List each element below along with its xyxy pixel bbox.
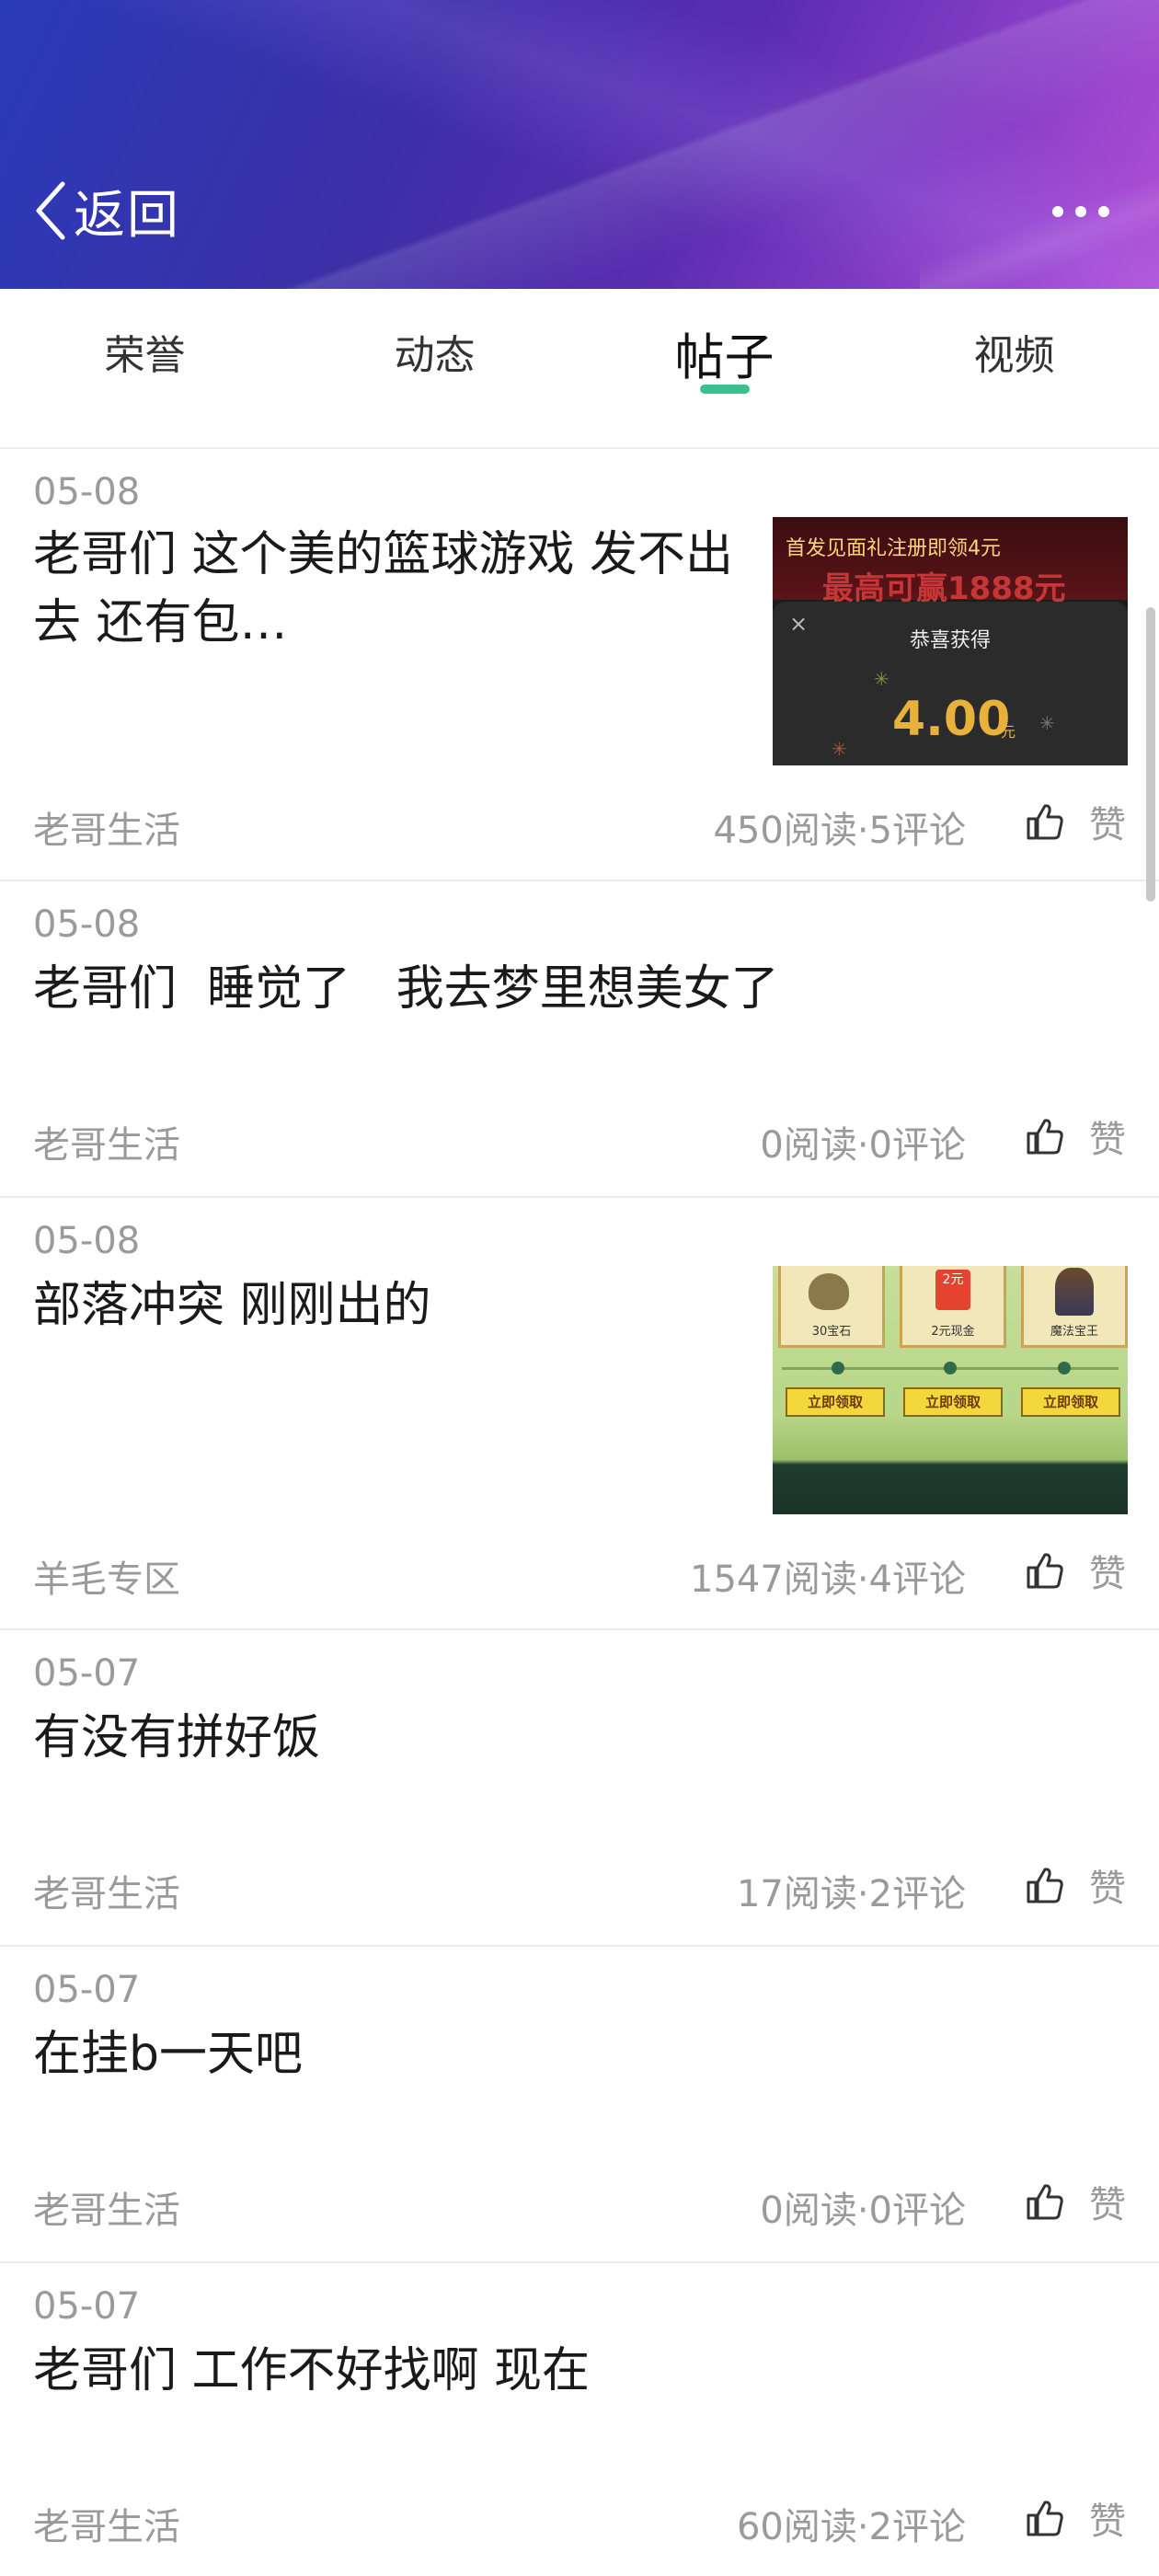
active-tab-indicator: [699, 385, 750, 394]
post-date: 05-08: [33, 903, 141, 946]
like-label: 赞: [1089, 1868, 1126, 1910]
character-icon: [1055, 1268, 1094, 1316]
post-category: 羊毛专区: [33, 1558, 180, 1601]
tab-activity[interactable]: 动态: [290, 289, 580, 405]
sparkle-icon: ✳: [832, 738, 847, 760]
post-item[interactable]: 05-07 有没有拼好饭 老哥生活 17阅读·2评论 赞: [0, 1630, 1159, 1945]
post-title: 老哥们 睡觉了 我去梦里想美女了: [33, 961, 779, 1017]
thumbs-up-icon: [1027, 1553, 1063, 1589]
more-options-icon[interactable]: [1049, 193, 1113, 230]
vine-decoration: [773, 1358, 1128, 1378]
post-date: 05-07: [33, 1652, 141, 1695]
post-stats: 17阅读·2评论: [736, 1873, 966, 1915]
post-item[interactable]: 05-08 老哥们 睡觉了 我去梦里想美女了 老哥生活 0阅读·0评论 赞: [0, 881, 1159, 1196]
sparkle-icon: ✳: [874, 668, 889, 690]
post-category: 老哥生活: [33, 2506, 180, 2548]
post-title: 有没有拼好饭: [33, 1710, 321, 1765]
reward-amount: 4.00: [892, 692, 1011, 747]
tab-videos[interactable]: 视频: [869, 289, 1159, 405]
claim-button: 立即领取: [1021, 1387, 1120, 1417]
profile-tabs: 荣誉 动态 帖子 视频: [0, 289, 1159, 405]
post-stats: 60阅读·2评论: [736, 2506, 966, 2548]
thumbs-up-icon: [1027, 2184, 1063, 2220]
banner-light-streak: [920, 147, 1159, 289]
like-label: 赞: [1089, 1119, 1126, 1161]
post-stats: 1547阅读·4评论: [690, 1558, 966, 1601]
back-button[interactable]: 返回: [31, 173, 180, 248]
claim-button: 立即领取: [786, 1387, 885, 1417]
post-category: 老哥生活: [33, 2190, 180, 2232]
post-category: 老哥生活: [33, 1873, 180, 1915]
post-item[interactable]: 05-08 部落冲突 刚刚出的 30宝石 2元 2元现金 魔法宝王 立即领取 立…: [0, 1198, 1159, 1628]
thumbs-up-icon: [1027, 804, 1063, 840]
claim-button: 立即领取: [903, 1387, 1003, 1417]
sparkle-icon: ✳: [1039, 712, 1055, 734]
post-item[interactable]: 05-08 老哥们 这个美的篮球游戏 发不出去 还有包… 首发见面礼注册即领4元…: [0, 449, 1159, 880]
like-button[interactable]: 赞: [1025, 1547, 1126, 1595]
like-button[interactable]: 赞: [1025, 799, 1126, 846]
thumbs-up-icon: [1027, 1119, 1063, 1155]
post-category: 老哥生活: [33, 1124, 180, 1167]
post-item[interactable]: 05-07 老哥们 工作不好找啊 现在 老哥生活 60阅读·2评论 赞: [0, 2263, 1159, 2576]
like-label: 赞: [1089, 2184, 1126, 2226]
reward-card: 2元 2元现金: [900, 1266, 1006, 1348]
post-date: 05-08: [33, 471, 141, 513]
tab-honor[interactable]: 荣誉: [0, 289, 290, 405]
post-title: 老哥们 这个美的篮球游戏 发不出去 还有包…: [33, 527, 734, 650]
back-label: 返回: [74, 185, 180, 246]
like-button[interactable]: 赞: [1025, 2179, 1126, 2226]
thumbs-up-icon: [1027, 1868, 1063, 1903]
post-stats: 0阅读·0评论: [760, 1124, 966, 1167]
like-label: 赞: [1089, 2501, 1126, 2543]
like-button[interactable]: 赞: [1025, 2495, 1126, 2543]
post-category: 老哥生活: [33, 810, 180, 852]
red-envelope-icon: 2元: [935, 1270, 970, 1310]
like-button[interactable]: 赞: [1025, 1862, 1126, 1910]
reward-card: 魔法宝王: [1021, 1266, 1128, 1348]
post-date: 05-08: [33, 1220, 141, 1262]
thumbs-up-icon: [1027, 2501, 1063, 2536]
scrollbar-thumb[interactable]: [1146, 607, 1155, 902]
post-title: 在挂b一天吧: [33, 2027, 304, 2082]
tab-posts[interactable]: 帖子: [580, 289, 869, 405]
post-date: 05-07: [33, 2285, 141, 2328]
post-thumbnail[interactable]: 30宝石 2元 2元现金 魔法宝王 立即领取 立即领取 立即领取: [773, 1266, 1128, 1514]
profile-header-banner: 返回: [0, 0, 1159, 289]
post-item[interactable]: 05-07 在挂b一天吧 老哥生活 0阅读·0评论 赞: [0, 1947, 1159, 2261]
post-stats: 450阅读·5评论: [713, 810, 966, 852]
like-button[interactable]: 赞: [1025, 1113, 1126, 1161]
bag-icon: [809, 1273, 849, 1310]
like-label: 赞: [1089, 1553, 1126, 1595]
reward-dialog: × 恭喜获得 4.00 元 ✳ ✳ ✳: [773, 602, 1128, 765]
post-date: 05-07: [33, 1969, 141, 2011]
reward-card: 30宝石: [778, 1266, 885, 1348]
like-label: 赞: [1089, 804, 1126, 846]
post-thumbnail[interactable]: 首发见面礼注册即领4元 最高可赢1888元 × 恭喜获得 4.00 元 ✳ ✳ …: [773, 517, 1128, 765]
thumbnail-banner: 首发见面礼注册即领4元 最高可赢1888元: [773, 517, 1128, 607]
chevron-left-icon: [36, 181, 65, 240]
post-title: 部落冲突 刚刚出的: [33, 1278, 431, 1333]
post-title: 老哥们 工作不好找啊 现在: [33, 2343, 591, 2398]
post-stats: 0阅读·0评论: [760, 2190, 966, 2232]
